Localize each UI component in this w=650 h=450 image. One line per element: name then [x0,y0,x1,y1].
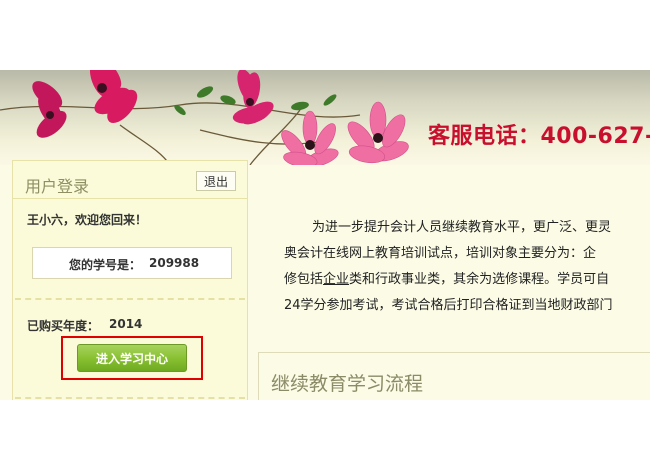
student-id-value: 209988 [149,256,200,270]
intro-text: 为进一步提升会计人员继续教育水平，更广泛、更灵 奥会计在线网上教育培训试点，培训… [256,210,650,345]
welcome-message: 王小六，欢迎您回来！ [27,213,148,227]
intro-line-3-c: 类和 [349,272,376,287]
enterprise-link[interactable]: 企业 [323,272,349,287]
purchase-year-value: 2014 [109,317,143,331]
flower-left [89,70,138,123]
panel-divider [13,198,247,199]
login-panel: 用户登录 退出 王小六，欢迎您回来！ 您的学号是： 209988 已购买年度： … [12,160,248,400]
intro-line-3-a: 修包括 [284,272,324,287]
logout-button[interactable]: 退出 [196,171,236,191]
student-id-box: 您的学号是： 209988 [32,247,232,279]
dashed-divider [15,298,245,300]
intro-line-2: 奥会计在线网上教育培训试点，培训对象主要分为：企 [284,246,597,261]
intro-line-3-e: 类，其余为选修课程。学员可自 [427,272,610,287]
page: 客服电话：400-627- 用户登录 退出 王小六，欢迎您回来！ 您的学号是： … [0,0,650,450]
intro-line-4: 24学分参加考试，考试合格后打印合格证到当地财政部门 [284,298,613,313]
flower-left-2 [32,81,67,138]
learning-flow-title: 继续教育学习流程 [271,373,424,395]
header-banner: 客服电话：400-627- [0,70,650,165]
student-id-label: 您的学号是： [69,258,142,272]
intro-line-1: 为进一步提升会计人员继续教育水平，更广泛、更灵 [312,220,612,235]
purchase-year-label: 已购买年度： [27,319,100,333]
learning-flow-section: 继续教育学习流程 [258,352,650,400]
admin-unit-text: 行政事业 [375,272,428,287]
flower-pink-2 [347,101,409,164]
enter-learning-center-button[interactable]: 进入学习中心 [77,344,187,372]
hotline-text: 客服电话：400-627- [428,124,650,149]
flower-mid [232,70,274,125]
flower-pink-1 [281,110,339,165]
dashed-divider-bottom [15,397,245,399]
login-panel-title: 用户登录 [25,177,90,196]
intro-line-3: 修包括企业类和行政事业类，其余为选修课程。学员可自 [284,268,609,287]
